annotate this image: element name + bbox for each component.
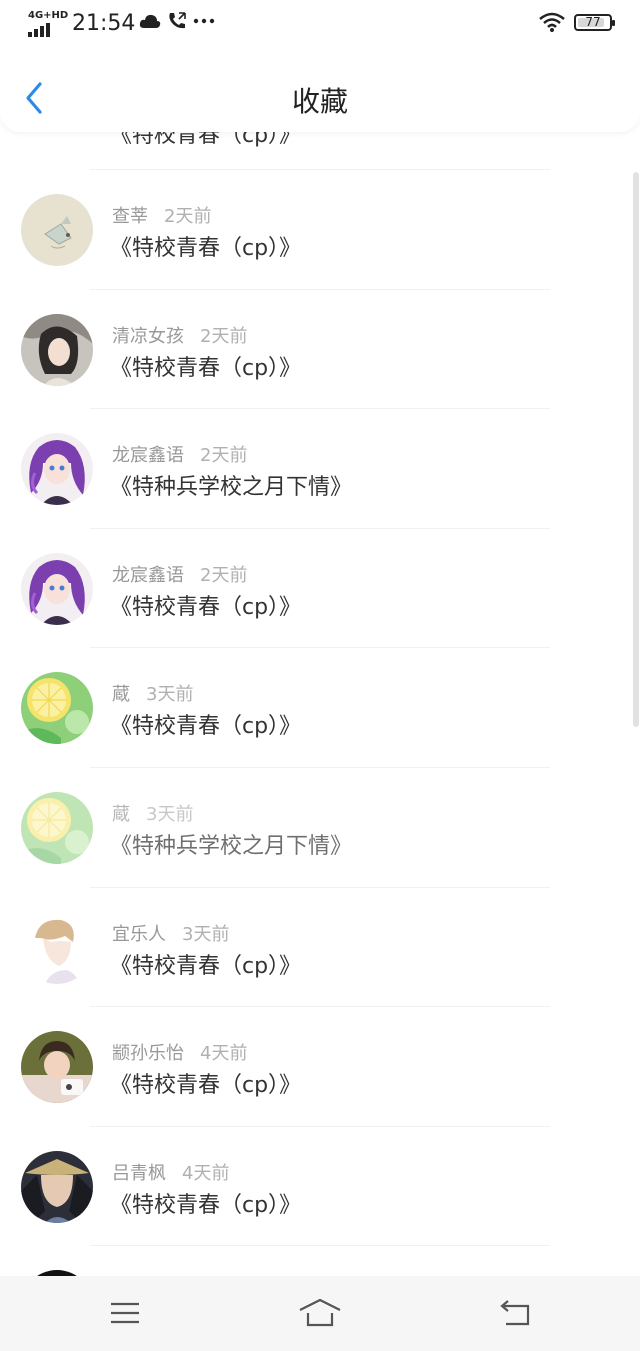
author-name[interactable]: 龙宸鑫语	[112, 565, 184, 586]
avatar[interactable]	[21, 552, 93, 625]
timestamp: 2天前	[200, 325, 248, 347]
avatar[interactable]	[21, 1150, 93, 1223]
timestamp: 4天前	[200, 1043, 248, 1065]
avatar[interactable]	[21, 791, 93, 864]
item-meta: 宜乐人 3天前	[112, 920, 229, 946]
navigation-bar: 收藏	[0, 66, 640, 130]
list-item[interactable]: 宜乐人 3天前 《特校青春（cp）》	[0, 888, 640, 1008]
avatar[interactable]	[21, 1031, 93, 1104]
avatar[interactable]	[21, 672, 93, 745]
author-name[interactable]: 吕青枫	[112, 1163, 166, 1184]
system-nav-bar	[0, 1276, 640, 1351]
item-title[interactable]: 《特种兵学校之月下情》	[110, 828, 352, 860]
battery-icon: 77	[574, 13, 615, 31]
back-nav-button[interactable]	[494, 1296, 538, 1330]
item-title[interactable]: 《特校青春（cp）》	[110, 350, 301, 382]
network-label: 4G+HD	[28, 10, 69, 21]
page-title: 收藏	[291, 85, 348, 118]
menu-button[interactable]	[103, 1296, 147, 1330]
item-meta: 龙宸鑫语 2天前	[112, 561, 247, 587]
header: 4G+HD 21:54 77 收藏	[0, 0, 640, 132]
item-title[interactable]: 《特种兵学校之月下情》	[110, 469, 352, 501]
back-icon	[500, 1300, 530, 1326]
item-title[interactable]: 《特校青春（cp）》	[110, 230, 301, 262]
item-meta: 蔵 3天前	[112, 800, 193, 826]
author-name[interactable]: 龙宸鑫语	[112, 445, 184, 466]
favorites-list: 《特校青春（cp）》 查莘 2天前 《特校青春（cp）》 清凉女孩 2天前 《特…	[0, 50, 640, 1351]
timestamp: 4天前	[182, 1162, 230, 1184]
author-name[interactable]: 查莘	[112, 206, 148, 227]
author-name[interactable]: 蔵	[112, 684, 130, 705]
list-item[interactable]: 清凉女孩 2天前 《特校青春（cp）》	[0, 290, 640, 410]
status-icons	[139, 12, 215, 30]
list-item[interactable]: 吕青枫 4天前 《特校青春（cp）》	[0, 1127, 640, 1247]
item-title[interactable]: 《特校青春（cp）》	[110, 948, 301, 980]
timestamp: 3天前	[182, 923, 230, 945]
list-item[interactable]: 查莘 2天前 《特校青春（cp）》	[0, 170, 640, 290]
menu-icon	[111, 1302, 139, 1324]
timestamp: 2天前	[164, 206, 212, 227]
item-title[interactable]: 《特校青春（cp）》	[110, 708, 301, 740]
avatar[interactable]	[21, 433, 93, 506]
home-icon	[299, 1298, 341, 1327]
list-item[interactable]: 龙宸鑫语 2天前 《特种兵学校之月下情》	[0, 409, 640, 529]
favorites-screen: 《特校青春（cp）》 查莘 2天前 《特校青春（cp）》 清凉女孩 2天前 《特…	[0, 0, 640, 1351]
author-name[interactable]: 蔵	[112, 804, 130, 825]
status-bar: 4G+HD 21:54 77	[0, 0, 640, 50]
status-time: 21:54	[72, 11, 136, 36]
item-meta: 蔵 3天前	[112, 680, 193, 706]
item-meta: 清凉女孩 2天前	[112, 322, 247, 348]
signal-icon: 4G+HD	[28, 10, 68, 38]
avatar[interactable]	[21, 194, 93, 266]
list-item[interactable]: 颛孙乐怡 4天前 《特校青春（cp）》	[0, 1007, 640, 1127]
list-item[interactable]: 蔵 3天前 《特校青春（cp）》	[0, 648, 640, 768]
item-title[interactable]: 《特校青春（cp）》	[110, 1067, 301, 1099]
home-button[interactable]	[298, 1296, 342, 1330]
author-name[interactable]: 宜乐人	[112, 924, 166, 945]
author-name[interactable]: 清凉女孩	[112, 326, 184, 347]
cloud-icon	[139, 14, 161, 28]
timestamp: 3天前	[146, 684, 194, 706]
timestamp: 2天前	[200, 445, 248, 467]
status-right: 77	[538, 12, 615, 32]
item-meta: 吕青枫 4天前	[112, 1159, 229, 1185]
item-title[interactable]: 《特校青春（cp）》	[110, 589, 301, 621]
list-item[interactable]: 蔵 3天前 《特种兵学校之月下情》	[0, 768, 640, 888]
more-dots-icon	[193, 18, 215, 24]
timestamp: 2天前	[200, 564, 248, 586]
item-meta: 龙宸鑫语 2天前	[112, 441, 247, 467]
item-meta: 颛孙乐怡 4天前	[112, 1039, 247, 1065]
battery-level: 77	[585, 14, 601, 29]
wifi-icon	[539, 12, 565, 32]
author-name[interactable]: 颛孙乐怡	[112, 1043, 184, 1064]
timestamp: 3天前	[146, 803, 194, 825]
item-title[interactable]: 《特校青春（cp）》	[110, 1187, 301, 1219]
list-item[interactable]: 龙宸鑫语 2天前 《特校青春（cp）》	[0, 529, 640, 649]
avatar[interactable]	[21, 313, 93, 386]
item-meta: 查莘 2天前	[112, 202, 211, 228]
scrollbar[interactable]	[633, 172, 639, 727]
phone-icon	[169, 12, 186, 29]
avatar[interactable]	[21, 911, 93, 984]
